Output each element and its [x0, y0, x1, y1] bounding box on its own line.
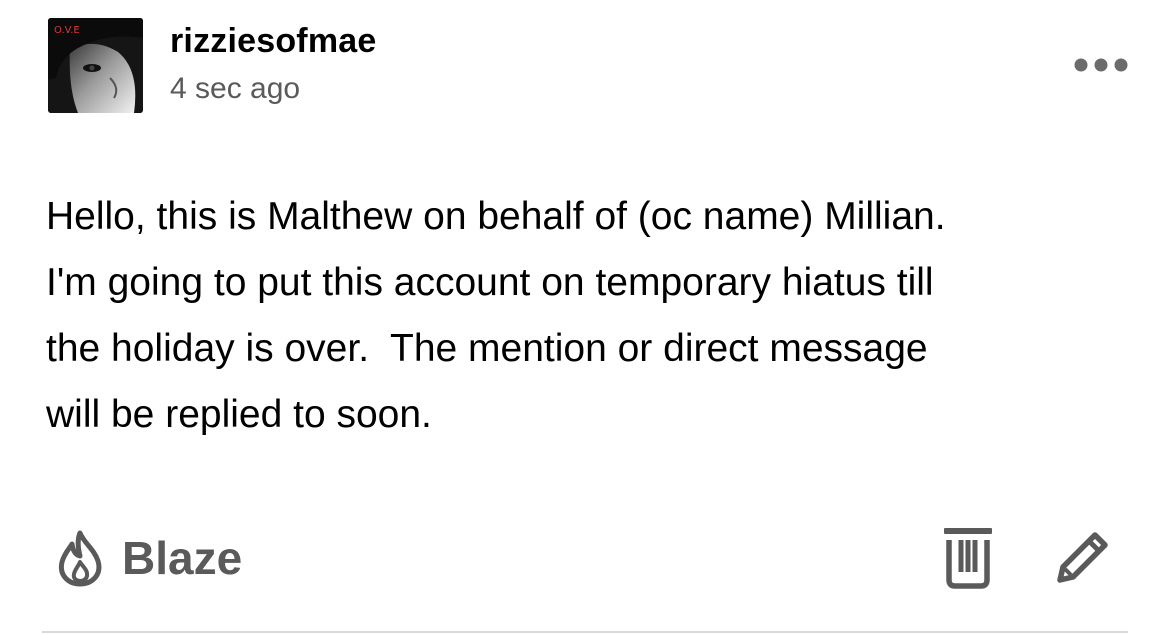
blaze-label: Blaze — [122, 532, 243, 584]
avatar[interactable]: O.V.E — [48, 18, 143, 113]
avatar-image: O.V.E — [48, 18, 143, 113]
divider — [42, 631, 1128, 633]
flame-icon — [58, 530, 102, 587]
edit-button[interactable] — [1050, 526, 1114, 590]
more-options-button[interactable] — [1066, 50, 1136, 80]
delete-button[interactable] — [938, 524, 998, 590]
author-username[interactable]: rizziesofmae — [170, 22, 376, 61]
more-horizontal-icon — [1074, 58, 1128, 72]
post-timestamp: 4 sec ago — [170, 72, 301, 105]
avatar-caption: O.V.E — [54, 25, 80, 36]
pencil-icon — [1057, 532, 1108, 583]
blaze-button[interactable]: Blaze — [54, 526, 242, 590]
post-body-text: Hello, this is Malthew on behalf of (oc … — [46, 195, 946, 436]
trash-icon — [944, 528, 992, 589]
post-card: O.V.E rizziesofmae 4 sec ago Hello, this… — [0, 0, 1170, 634]
